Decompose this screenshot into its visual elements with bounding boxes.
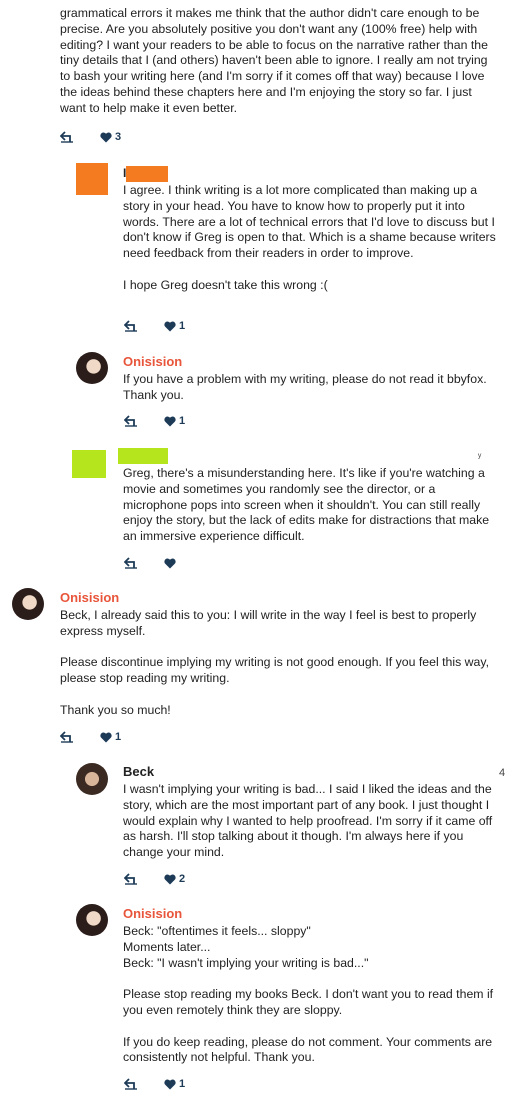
heart-icon <box>100 132 112 142</box>
comment-author[interactable]: Onisision <box>60 590 119 605</box>
comment-author[interactable]: Onisision <box>123 906 182 921</box>
comment-text: Beck: "oftentimes it feels... sloppy" Mo… <box>123 924 369 970</box>
like-count: 1 <box>115 731 122 743</box>
heart-icon <box>164 321 176 331</box>
comment-text: If you do keep reading, please do not co… <box>123 1034 493 1065</box>
comment-text: Greg, there's a misunderstanding here. I… <box>123 466 490 544</box>
comment-author[interactable]: Onisision <box>123 354 182 369</box>
like-button[interactable]: 1 <box>100 731 121 743</box>
comment-actions: 3 <box>59 131 121 143</box>
comment-actions: 1 <box>123 320 185 332</box>
comment-text: Please stop reading my books Beck. I don… <box>123 987 494 1017</box>
comment-text: Beck, I already said this to you: I will… <box>60 608 477 638</box>
comment-text: I wasn't implying your writing is bad...… <box>123 782 493 860</box>
reply-icon[interactable] <box>59 731 74 743</box>
like-count: 1 <box>179 320 186 332</box>
heart-icon <box>164 1079 176 1089</box>
reply-icon[interactable] <box>123 415 138 427</box>
avatar[interactable] <box>76 904 108 936</box>
comment-body: grammatical errors it makes me think tha… <box>60 6 500 117</box>
comment-author[interactable]: Beck <box>123 764 154 779</box>
like-count: 1 <box>179 415 186 427</box>
comment-actions <box>123 557 179 569</box>
comment-text: If you have a problem with my writing, p… <box>123 372 487 402</box>
comment-body: I agree. I think writing is a lot more c… <box>123 183 503 294</box>
heart-icon <box>164 558 176 568</box>
comment-actions: 1 <box>123 415 185 427</box>
comment-text: Thank you so much! <box>60 702 171 717</box>
avatar[interactable] <box>76 352 108 384</box>
avatar[interactable] <box>72 450 106 478</box>
heart-icon <box>164 416 176 426</box>
comment-body: If you have a problem with my writing, p… <box>123 372 503 404</box>
redacted-name <box>118 448 168 464</box>
comment-text: Please discontinue implying my writing i… <box>60 655 490 686</box>
like-count: 2 <box>179 873 186 885</box>
like-button[interactable]: 1 <box>164 320 185 332</box>
reply-icon[interactable] <box>123 873 138 885</box>
reply-icon[interactable] <box>123 1078 138 1090</box>
heart-icon <box>100 732 112 742</box>
comment-body: I wasn't implying your writing is bad...… <box>123 782 503 861</box>
heart-icon <box>164 874 176 884</box>
like-count: 3 <box>115 131 122 143</box>
avatar[interactable] <box>76 763 108 795</box>
comment-actions: 1 <box>59 731 121 743</box>
comment-actions: 2 <box>123 873 185 885</box>
side-mark: 4 <box>499 767 506 779</box>
comment-text: I agree. I think writing is a lot more c… <box>123 183 496 261</box>
reply-icon[interactable] <box>123 320 138 332</box>
like-count: 1 <box>179 1078 186 1090</box>
reply-icon[interactable] <box>123 557 138 569</box>
like-button[interactable]: 3 <box>100 131 121 143</box>
comment-body: Beck: "oftentimes it feels... sloppy" Mo… <box>123 924 503 1066</box>
comment-text: grammatical errors it makes me think tha… <box>60 6 488 115</box>
avatar[interactable] <box>12 588 44 620</box>
like-button[interactable]: 2 <box>164 873 185 885</box>
like-button[interactable]: 1 <box>164 415 185 427</box>
comment-actions: 1 <box>123 1078 185 1090</box>
reply-icon[interactable] <box>59 131 74 143</box>
comment-body: Greg, there's a misunderstanding here. I… <box>123 466 503 545</box>
like-button[interactable] <box>164 558 179 569</box>
redacted-name <box>126 166 168 182</box>
comment-body: Beck, I already said this to you: I will… <box>60 608 500 719</box>
avatar[interactable] <box>76 163 108 195</box>
comment-text: I hope Greg doesn't take this wrong :( <box>123 277 328 292</box>
like-button[interactable]: 1 <box>164 1078 185 1090</box>
menu-icon[interactable]: ʸ <box>478 452 481 463</box>
